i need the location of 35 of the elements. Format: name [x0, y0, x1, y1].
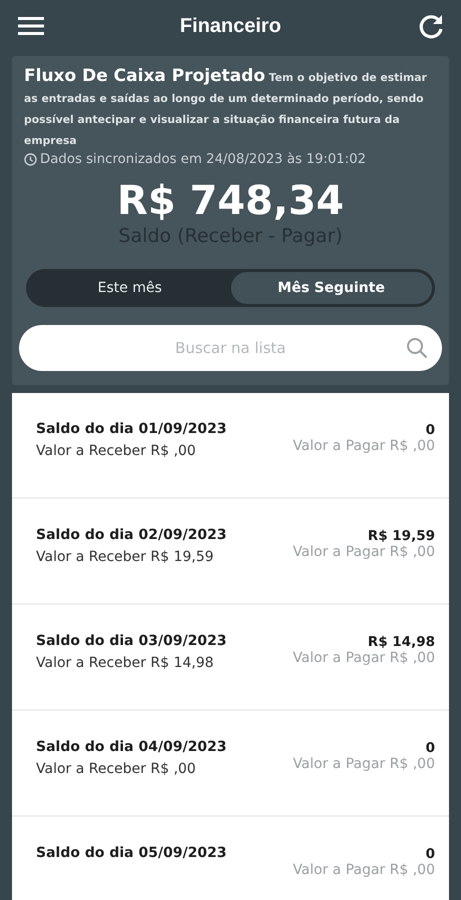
row-balance: 0	[426, 846, 435, 862]
row-title: Saldo do dia 01/09/2023	[36, 421, 227, 437]
receive-value: Valor a Receber R$ ,00	[36, 443, 197, 459]
month-tab[interactable]: Este mês	[29, 272, 230, 304]
row-balance: R$ 19,59	[368, 528, 435, 544]
search-icon[interactable]	[406, 337, 428, 359]
row-title: Saldo do dia 02/09/2023	[36, 527, 227, 543]
screen-title: Financeiro	[180, 14, 282, 38]
pay-value: Valor a Pagar R$ ,00	[292, 438, 435, 454]
summary-description: Fluxo De Caixa Projetado Tem o objetivo de estimar as entradas e saídas ao longo de um determinado período, sendo possível antecipar e visualizar a situação financeira futura da empresa	[24, 66, 428, 149]
month-tab[interactable]: Mês Seguinte	[230, 272, 432, 304]
refresh-icon[interactable]	[416, 12, 445, 40]
pay-value: Valor a Pagar R$ ,00	[292, 650, 435, 666]
daily-balance-row[interactable]: Saldo do dia 04/09/2023 Valor a Receber R$ ,00 0 Valor a Pagar R$ ,00	[12, 711, 449, 817]
sync-text: Dados sincronizados em 24/08/2023 às 19:01:02	[40, 152, 366, 167]
daily-balance-row[interactable]: Saldo do dia 03/09/2023 Valor a Receber R$ 14,98 R$ 14,98 Valor a Pagar R$ ,00	[12, 605, 449, 711]
daily-balance-row[interactable]: Saldo do dia 02/09/2023 Valor a Receber R$ 19,59 R$ 19,59 Valor a Pagar R$ ,00	[12, 499, 449, 605]
daily-balance-row[interactable]: Saldo do dia 05/09/2023 0 Valor a Pagar R$ ,00	[12, 817, 449, 900]
search-field[interactable]: Buscar na lista	[19, 325, 442, 371]
row-title: Saldo do dia 04/09/2023	[36, 739, 227, 755]
row-title: Saldo do dia 03/09/2023	[36, 633, 227, 649]
receive-value: Valor a Receber R$ 14,98	[36, 655, 215, 671]
menu-icon[interactable]	[18, 16, 44, 36]
receive-value: Valor a Receber R$ ,00	[36, 761, 197, 777]
row-balance: 0	[426, 422, 435, 438]
pay-value: Valor a Pagar R$ ,00	[292, 756, 435, 772]
row-balance: 0	[426, 740, 435, 756]
clock-icon	[24, 153, 37, 166]
pay-value: Valor a Pagar R$ ,00	[292, 862, 435, 878]
row-title: Saldo do dia 05/09/2023	[36, 845, 227, 861]
balance-amount: R$ 748,34	[116, 177, 345, 225]
receive-value: Valor a Receber R$ 19,59	[36, 549, 215, 565]
row-balance: R$ 14,98	[368, 634, 435, 650]
pay-value: Valor a Pagar R$ ,00	[292, 544, 435, 560]
daily-balance-row[interactable]: Saldo do dia 01/09/2023 Valor a Receber R$ ,00 0 Valor a Pagar R$ ,00	[12, 393, 449, 499]
